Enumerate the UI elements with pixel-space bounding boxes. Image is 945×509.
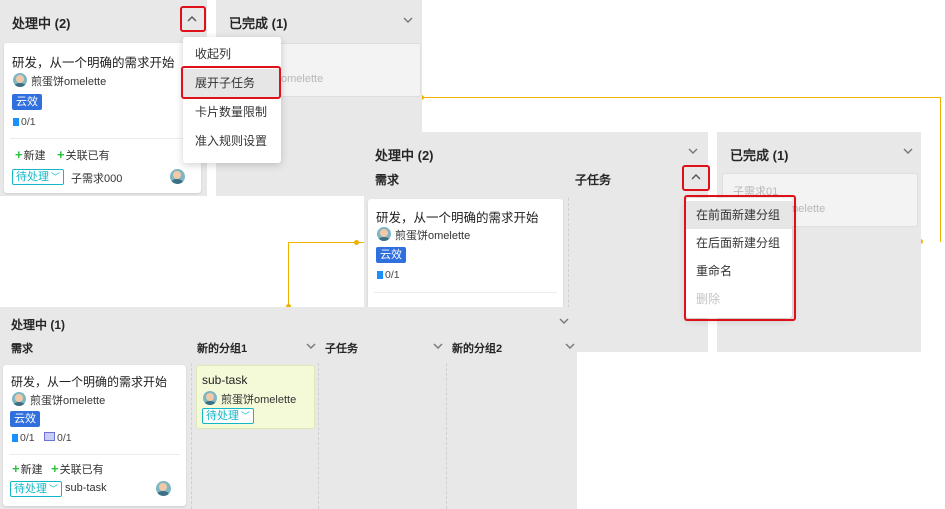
connector-line bbox=[940, 97, 941, 242]
highlight-box bbox=[181, 66, 281, 99]
project-tag: 云效 bbox=[12, 94, 42, 110]
highlight-box bbox=[684, 195, 796, 321]
connector-line bbox=[288, 242, 289, 306]
ghost-user: omelette bbox=[281, 73, 324, 85]
status-label: 待处理 bbox=[16, 171, 49, 183]
flag-count: 0/1 bbox=[13, 116, 36, 128]
subcolumn-title: 子任务 bbox=[575, 173, 612, 187]
project-tag: 云效 bbox=[10, 411, 40, 427]
link-existing-button[interactable]: +关联已有 bbox=[51, 461, 104, 477]
avatar bbox=[170, 169, 185, 184]
column-title: 已完成 (1) bbox=[730, 148, 789, 163]
column-title: 处理中 (2) bbox=[12, 16, 71, 31]
flag-icon bbox=[377, 271, 383, 279]
flag-icon bbox=[12, 434, 18, 442]
subtask-count: 0/1 bbox=[44, 432, 72, 444]
flag-icon bbox=[13, 118, 19, 126]
chevron-down-icon[interactable] bbox=[402, 14, 416, 28]
connector-dot bbox=[354, 240, 359, 245]
subcolumn-divider bbox=[191, 363, 192, 509]
requirement-card[interactable]: 研发，从一个明确的需求开始 煎蛋饼omelette 云效 0/1 0/1 +新建… bbox=[3, 365, 186, 506]
flag-count-label: 0/1 bbox=[21, 116, 36, 128]
chevron-down-icon[interactable] bbox=[564, 340, 578, 354]
chevron-down-icon[interactable] bbox=[305, 340, 319, 354]
child-task[interactable]: sub-task bbox=[65, 482, 107, 494]
subtask-count-label: 0/1 bbox=[57, 432, 72, 444]
subcolumn-title: 需求 bbox=[11, 343, 33, 355]
shot1-processing-column: 处理中 (2) 研发，从一个明确的需求开始 煎蛋饼omelette 云效 0/1… bbox=[0, 0, 207, 196]
link-existing-label: 关联已有 bbox=[65, 150, 110, 162]
column-title: 处理中 (1) bbox=[11, 318, 66, 332]
chevron-down-icon: ﹀ bbox=[49, 484, 59, 494]
subtask-icon bbox=[44, 432, 55, 441]
flag-count-label: 0/1 bbox=[20, 432, 35, 444]
menu-item-collapse-column[interactable]: 收起列 bbox=[183, 40, 281, 68]
subcolumn-title: 需求 bbox=[375, 173, 400, 187]
assignee-name: 煎蛋饼omelette bbox=[31, 76, 107, 88]
subcolumn-title: 子任务 bbox=[325, 343, 358, 355]
flag-count-label: 0/1 bbox=[385, 269, 400, 281]
avatar bbox=[377, 227, 391, 241]
status-dropdown[interactable]: 待处理 ﹀ bbox=[12, 169, 65, 185]
card-title[interactable]: 研发，从一个明确的需求开始 bbox=[376, 207, 539, 226]
avatar bbox=[12, 392, 26, 406]
divider bbox=[374, 292, 557, 293]
new-button[interactable]: +新建 bbox=[15, 147, 46, 163]
chevron-down-icon: ﹀ bbox=[241, 411, 251, 421]
divider bbox=[9, 454, 180, 455]
status-dropdown[interactable]: 待处理 ﹀ bbox=[202, 408, 255, 424]
child-requirement[interactable]: 子需求000 bbox=[71, 170, 122, 186]
plus-icon: + bbox=[15, 147, 23, 162]
card-title[interactable]: 研发，从一个明确的需求开始 bbox=[11, 373, 167, 390]
subcolumn-title: 新的分组1 bbox=[197, 343, 248, 355]
subtask-title[interactable]: sub-task bbox=[202, 373, 247, 387]
requirement-card[interactable]: 研发，从一个明确的需求开始 煎蛋饼omelette 云效 0/1 +新建 +关联… bbox=[4, 43, 201, 193]
status-dropdown[interactable]: 待处理 ﹀ bbox=[10, 481, 63, 497]
divider bbox=[10, 138, 195, 139]
plus-icon: + bbox=[51, 461, 59, 476]
project-tag: 云效 bbox=[376, 247, 406, 263]
chevron-down-icon[interactable] bbox=[687, 145, 701, 159]
subcolumn-divider bbox=[446, 363, 447, 509]
menu-item-card-limit[interactable]: 卡片数量限制 bbox=[183, 98, 281, 126]
assignee-name: 煎蛋饼omelette bbox=[221, 394, 297, 406]
new-button[interactable]: +新建 bbox=[12, 461, 43, 477]
assignee-name: 煎蛋饼omelette bbox=[30, 395, 106, 407]
subcolumn-divider bbox=[318, 363, 319, 509]
avatar bbox=[203, 391, 217, 405]
shot3-processing-column: 处理中 (1) 需求 新的分组1 子任务 新的分组2 研发，从一个明确的需求开始… bbox=[0, 307, 577, 509]
link-existing-button[interactable]: +关联已有 bbox=[57, 147, 110, 163]
chevron-down-icon[interactable] bbox=[558, 315, 572, 329]
new-button-label: 新建 bbox=[20, 464, 43, 476]
avatar bbox=[13, 73, 27, 87]
connector-line bbox=[288, 242, 364, 243]
plus-icon: + bbox=[12, 461, 20, 476]
subtask-card[interactable]: sub-task 煎蛋饼omelette 待处理 ﹀ bbox=[196, 365, 315, 429]
card-title[interactable]: 研发，从一个明确的需求开始 bbox=[12, 52, 175, 71]
status-label: 待处理 bbox=[206, 410, 239, 422]
highlight-box bbox=[180, 6, 206, 32]
link-existing-label: 关联已有 bbox=[59, 464, 104, 476]
new-button-label: 新建 bbox=[23, 150, 46, 162]
status-label: 待处理 bbox=[14, 483, 47, 495]
chevron-down-icon[interactable] bbox=[432, 340, 446, 354]
flag-count: 0/1 bbox=[12, 432, 35, 444]
column-title: 已完成 (1) bbox=[229, 16, 288, 31]
avatar bbox=[156, 481, 171, 496]
subcolumn-title: 新的分组2 bbox=[452, 343, 503, 355]
plus-icon: + bbox=[57, 147, 65, 162]
assignee-name: 煎蛋饼omelette bbox=[395, 230, 471, 242]
menu-item-entry-rules[interactable]: 准入规则设置 bbox=[183, 127, 281, 155]
highlight-box bbox=[682, 165, 710, 191]
connector-line bbox=[421, 97, 941, 98]
column-title: 处理中 (2) bbox=[375, 148, 434, 163]
column-menu: 收起列 展开子任务 卡片数量限制 准入规则设置 bbox=[183, 37, 281, 163]
chevron-down-icon[interactable] bbox=[902, 145, 916, 159]
requirement-card[interactable]: 研发，从一个明确的需求开始 煎蛋饼omelette 云效 0/1 bbox=[368, 199, 563, 309]
chevron-down-icon: ﹀ bbox=[51, 172, 61, 182]
flag-count: 0/1 bbox=[377, 269, 400, 281]
